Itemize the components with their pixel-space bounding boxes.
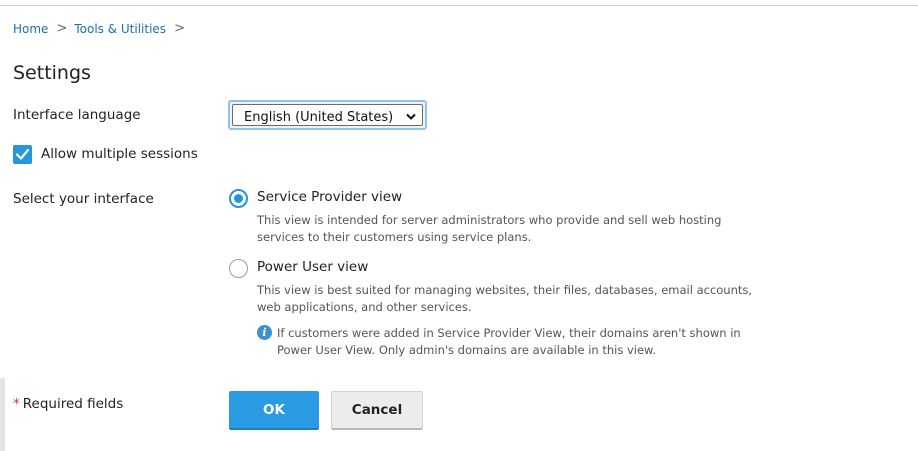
service-provider-view-label[interactable]: Service Provider view	[257, 189, 402, 205]
breadcrumb: Home > Tools & Utilities >	[13, 21, 192, 37]
power-user-view-radio[interactable]	[229, 259, 248, 278]
chevron-down-icon	[406, 113, 416, 120]
page-title: Settings	[13, 62, 91, 84]
chevron-right-icon: >	[174, 21, 185, 36]
info-icon: i	[257, 325, 272, 340]
chevron-right-icon: >	[56, 21, 68, 36]
required-fields-note: * Required fields	[13, 396, 123, 412]
allow-multiple-sessions-label[interactable]: Allow multiple sessions	[41, 146, 198, 162]
breadcrumb-tools-link[interactable]: Tools & Utilities	[74, 21, 166, 37]
checkmark-icon	[15, 148, 30, 160]
settings-page: Home > Tools & Utilities > Settings Inte…	[0, 0, 918, 451]
radio-selected-dot	[234, 194, 243, 203]
side-edge-tab	[0, 378, 5, 451]
interface-language-label: Interface language	[13, 107, 141, 123]
ok-button[interactable]: OK	[229, 391, 319, 430]
power-user-info-note: If customers were added in Service Provi…	[277, 326, 741, 357]
allow-multiple-sessions-checkbox[interactable]	[13, 145, 32, 164]
required-fields-label: Required fields	[22, 396, 124, 412]
breadcrumb-home-link[interactable]: Home	[13, 21, 48, 37]
language-select-focus-ring: English (United States)	[228, 100, 427, 130]
service-provider-view-radio[interactable]	[229, 189, 248, 208]
cancel-button[interactable]: Cancel	[331, 391, 423, 430]
language-select-value: English (United States)	[244, 110, 394, 125]
service-provider-view-description: This view is intended for server adminis…	[257, 213, 722, 244]
language-select[interactable]: English (United States)	[232, 104, 423, 126]
power-user-view-description: This view is best suited for managing we…	[257, 283, 753, 314]
top-divider	[0, 0, 918, 6]
select-interface-label: Select your interface	[13, 191, 154, 207]
power-user-view-label[interactable]: Power User view	[257, 259, 368, 275]
required-marker: *	[13, 396, 20, 412]
